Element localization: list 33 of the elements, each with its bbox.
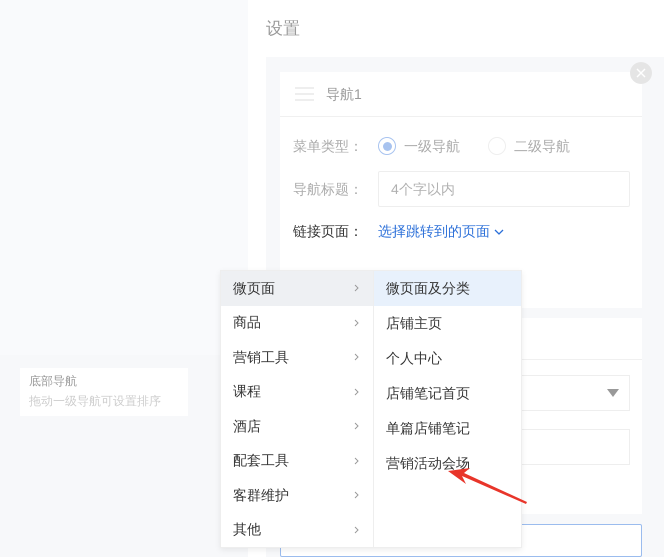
drag-handle-icon[interactable]: [295, 87, 314, 101]
menu-category-label: 酒店: [233, 416, 261, 436]
link-page-dropdown[interactable]: 选择跳转到的页面: [378, 221, 504, 242]
nav-card-title: 导航1: [326, 84, 362, 104]
radio-button[interactable]: [378, 137, 396, 155]
chevron-right-icon: [354, 526, 359, 534]
menu-category-label: 课程: [233, 382, 261, 402]
triangle-down-icon: [607, 389, 619, 397]
menu-category[interactable]: 微页面: [221, 271, 373, 306]
bottom-nav-title: 底部导航: [29, 373, 78, 390]
chevron-right-icon: [354, 456, 359, 465]
menu-category[interactable]: 其他: [221, 512, 373, 547]
menu-category-label: 客群维护: [233, 486, 289, 505]
chevron-right-icon: [354, 318, 359, 327]
menu-category-label: 微页面: [233, 278, 275, 298]
close-icon: [636, 68, 646, 78]
chevron-down-icon: [494, 228, 504, 234]
menu-category-label: 营销工具: [233, 348, 289, 367]
link-page-label: 链接页面：: [293, 222, 364, 241]
menu-item[interactable]: 微页面及分类: [374, 271, 521, 306]
chevron-right-icon: [354, 388, 359, 396]
chevron-right-icon: [354, 491, 359, 500]
settings-title: 设置: [266, 18, 300, 40]
chevron-right-icon: [354, 353, 359, 362]
nav-title-field[interactable]: 4个字以内: [378, 171, 630, 207]
menu-category-label: 商品: [233, 313, 261, 332]
menu-category-label: 其他: [233, 520, 261, 540]
chevron-right-icon: [354, 422, 359, 430]
nav-title-label: 导航标题：: [293, 180, 364, 198]
menu-type-label: 菜单类型：: [293, 136, 364, 156]
menu-category-label: 配套工具: [233, 451, 289, 470]
close-button[interactable]: [630, 62, 652, 84]
chevron-right-icon: [354, 284, 359, 292]
